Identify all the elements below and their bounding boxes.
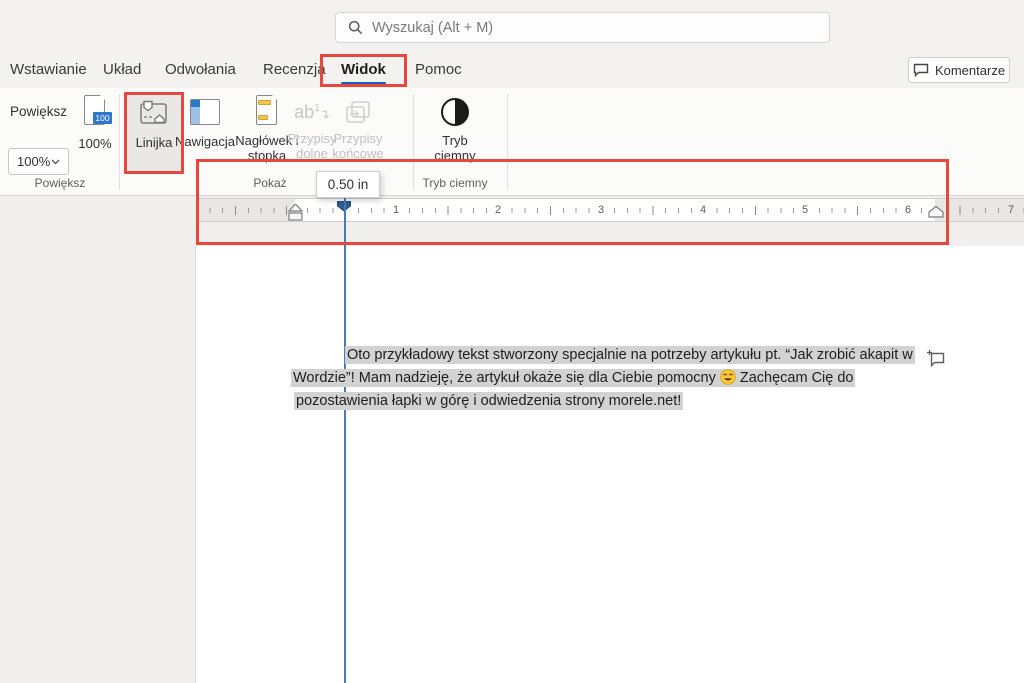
tab-odwolania[interactable]: Odwołania xyxy=(165,50,236,88)
zoom-level-dropdown[interactable]: 100% xyxy=(8,148,69,175)
highlighted-text: pozostawienia łapki w górę i odwiedzenia… xyxy=(294,392,683,410)
highlighted-text: Wordzie”! Mam nadzieję, że artykuł okaże… xyxy=(291,369,718,387)
smiley-emoji-icon xyxy=(720,369,736,391)
highlighted-text: Oto przykładowy tekst stworzony specjaln… xyxy=(345,346,915,364)
comments-button[interactable]: Komentarze xyxy=(908,57,1010,83)
ruler-half-inch-ticks xyxy=(197,206,1024,215)
ruler-toggle-button[interactable]: Linijka xyxy=(127,95,181,172)
ruler-number: 5 xyxy=(799,203,811,217)
endnotes-icon xyxy=(344,95,372,129)
chevron-down-icon xyxy=(51,159,60,165)
zoom-100-button[interactable]: 100 100% xyxy=(72,95,118,151)
word-window: Wyszukaj (Alt + M) Wstawianie Układ Odwo… xyxy=(0,0,1024,683)
document-page[interactable] xyxy=(195,246,1024,683)
header-footer-icon xyxy=(254,95,280,127)
comments-button-label: Komentarze xyxy=(935,63,1005,78)
dark-mode-label-1: Tryb xyxy=(442,133,468,148)
left-indent-marker[interactable] xyxy=(288,204,303,227)
ruler-number: 4 xyxy=(697,203,709,217)
navigation-icon xyxy=(190,99,220,125)
paragraph-line-3: pozostawienia łapki w górę i odwiedzenia… xyxy=(294,392,683,411)
endnotes-label-2: końcowe xyxy=(332,146,383,161)
ribbon-tab-row: Wstawianie Układ Odwołania Recenzja Wido… xyxy=(0,50,1024,88)
dark-mode-icon xyxy=(441,98,469,126)
ruler-number: 1 xyxy=(390,203,402,217)
indent-guide-line xyxy=(344,197,346,683)
tab-pomoc[interactable]: Pomoc xyxy=(415,50,462,88)
zoom-100-icon: 100 xyxy=(82,95,108,127)
zoom-100-label: 100% xyxy=(78,136,111,151)
navigation-button[interactable]: Nawigacja xyxy=(176,95,234,149)
zoom-section-label: Powiększ xyxy=(10,104,67,119)
tab-uklad[interactable]: Układ xyxy=(103,50,141,88)
ruler-toggle-label: Linijka xyxy=(136,135,173,150)
right-indent-marker[interactable] xyxy=(928,205,944,223)
indent-tooltip: 0.50 in xyxy=(316,171,380,198)
ruler-toggle-icon xyxy=(138,99,170,129)
group-separator xyxy=(507,94,508,190)
navigation-label: Nawigacja xyxy=(175,134,235,149)
title-bar: Wyszukaj (Alt + M) xyxy=(0,0,1024,50)
search-input[interactable]: Wyszukaj (Alt + M) xyxy=(335,12,830,43)
ruler-number: 7 xyxy=(1005,203,1017,217)
show-group-label: Pokaż xyxy=(220,176,320,190)
search-icon xyxy=(348,20,363,35)
comment-icon xyxy=(913,63,929,77)
endnotes-button: Przypisy końcowe xyxy=(334,95,382,161)
ribbon: Powiększ 100% 100 100% Powiększ Linijk xyxy=(0,88,1024,196)
ruler-number: 2 xyxy=(492,203,504,217)
tab-wstawianie[interactable]: Wstawianie xyxy=(10,50,87,88)
tab-recenzja[interactable]: Recenzja xyxy=(263,50,326,88)
footnotes-label-1: Przypisy xyxy=(287,131,336,146)
zoom-level-value: 100% xyxy=(17,154,50,169)
ruler-number: 6 xyxy=(902,203,914,217)
footnotes-label-2: dolne xyxy=(296,146,328,161)
endnotes-label-1: Przypisy xyxy=(333,131,382,146)
highlighted-text: Zachęcam Cię do xyxy=(738,369,856,387)
search-placeholder: Wyszukaj (Alt + M) xyxy=(372,20,493,36)
dark-mode-button[interactable]: Tryb ciemny xyxy=(428,95,482,163)
paragraph-line-2: Wordzie”! Mam nadzieję, że artykuł okaże… xyxy=(291,369,855,391)
footnotes-button: ab1↴ Przypisy dolne xyxy=(288,95,336,161)
ruler-number: 3 xyxy=(595,203,607,217)
dark-mode-label-2: ciemny xyxy=(434,148,475,163)
indent-tooltip-value: 0.50 in xyxy=(328,177,369,192)
footnotes-icon: ab1↴ xyxy=(294,95,330,129)
paragraph-line-1: Oto przykładowy tekst stworzony specjaln… xyxy=(345,346,915,365)
document-area: 1 2 3 4 5 6 7 xyxy=(0,196,1024,683)
horizontal-ruler[interactable]: 1 2 3 4 5 6 7 xyxy=(197,198,1024,222)
active-tab-underline xyxy=(341,82,386,85)
zoom-100-badge: 100 xyxy=(93,112,112,124)
tab-widok[interactable]: Widok xyxy=(341,50,386,88)
dark-mode-group-label: Tryb ciemny xyxy=(405,176,505,190)
zoom-group-label: Powiększ xyxy=(10,176,110,190)
add-comment-indicator[interactable] xyxy=(926,349,946,373)
header-footer-label-2: stopka xyxy=(248,148,286,163)
group-separator xyxy=(119,94,120,190)
add-comment-icon xyxy=(926,349,946,368)
